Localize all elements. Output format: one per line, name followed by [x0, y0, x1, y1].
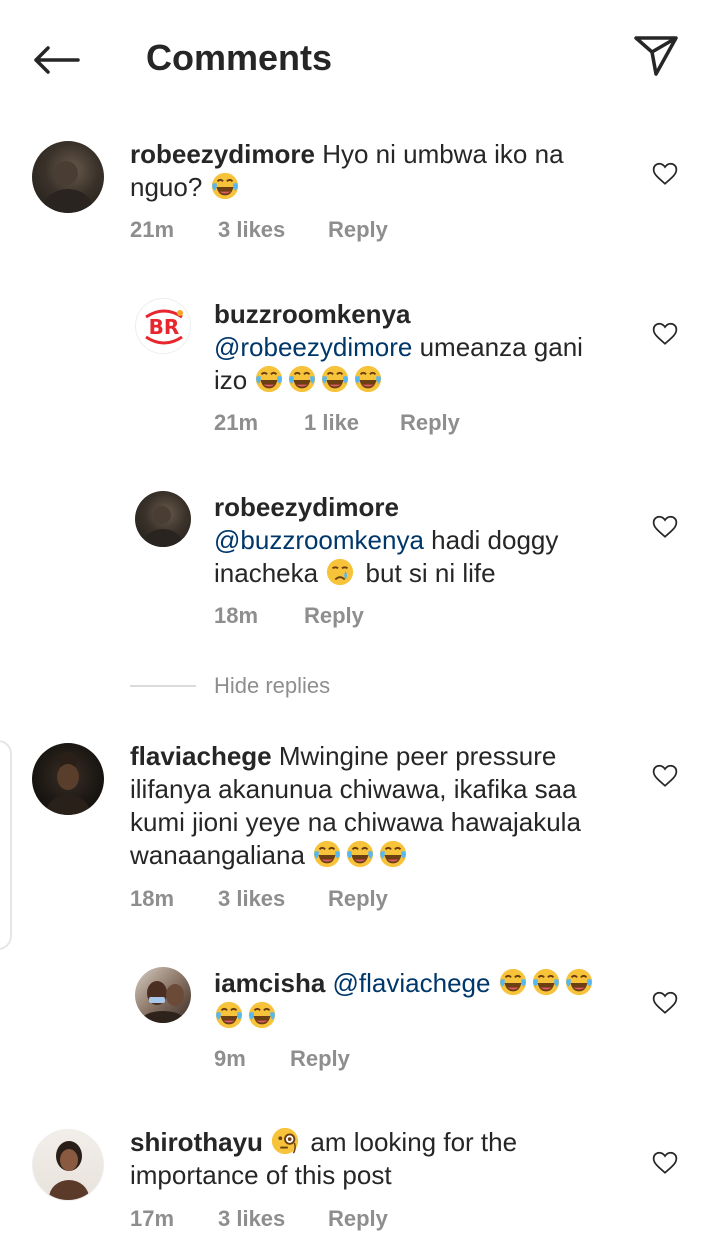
reply-button[interactable]: Reply: [304, 603, 364, 629]
laughing-emoji-icon: [214, 1000, 244, 1030]
mention-link[interactable]: @buzzroomkenya: [214, 525, 424, 555]
comment-body-line4: wanaangaliana: [130, 840, 305, 870]
heart-icon[interactable]: [652, 991, 678, 1015]
avatar[interactable]: BR: [135, 298, 191, 354]
reply-button[interactable]: Reply: [328, 886, 388, 912]
comment-body: umeanza gani: [412, 332, 583, 362]
reply-button[interactable]: Reply: [290, 1046, 350, 1072]
avatar[interactable]: [32, 1129, 104, 1201]
comment-text: shirothayu am looking for the importance…: [130, 1126, 630, 1192]
comment-time: 21m: [214, 410, 259, 435]
comment-username[interactable]: robeezydimore: [130, 139, 315, 169]
comment-body-line2: importance of this post: [130, 1160, 392, 1190]
comment-username[interactable]: shirothayu: [130, 1127, 263, 1157]
comment-body-line2-end: but si ni life: [365, 558, 496, 588]
laughing-emoji-icon: [254, 364, 284, 394]
likes-count[interactable]: 3 likes: [218, 886, 328, 912]
mention-link[interactable]: @flaviachege: [333, 968, 491, 998]
crying-emoji-icon: [325, 557, 355, 587]
likes-count[interactable]: 3 likes: [218, 1206, 328, 1232]
comment-meta: 18m 3 likes Reply: [130, 886, 388, 912]
laughing-emoji-icon: [564, 967, 594, 997]
heart-icon[interactable]: [652, 515, 678, 539]
comment-meta: 21m 1 like Reply: [214, 410, 460, 436]
likes-count[interactable]: 1 like: [304, 410, 400, 436]
laughing-emoji-icon: [320, 364, 350, 394]
comment-body: hadi doggy: [423, 525, 559, 555]
comment-body-line2: ilifanya akanunua chiwawa, ikafika saa: [130, 774, 577, 804]
page-title: Comments: [146, 37, 333, 78]
reply-button[interactable]: Reply: [328, 1206, 388, 1232]
comment-username[interactable]: iamcisha: [214, 968, 325, 998]
reply-button[interactable]: Reply: [328, 217, 388, 243]
comment-meta: 9m Reply: [214, 1046, 350, 1072]
avatar[interactable]: [135, 967, 191, 1023]
likes-count[interactable]: 3 likes: [218, 217, 328, 243]
comment-body: Mwingine peer pressure: [278, 741, 557, 771]
brand-logo-text: BR: [149, 315, 180, 339]
reply-text: robeezydimore @buzzroomkenya hadi doggy …: [214, 491, 634, 590]
edge-overlay: [0, 740, 12, 950]
mention-link[interactable]: @robeezydimore: [214, 332, 412, 362]
hide-replies-label: Hide replies: [214, 673, 331, 698]
laughing-emoji-icon: [247, 1000, 277, 1030]
hide-replies-toggle[interactable]: Hide replies: [130, 670, 330, 702]
laughing-emoji-icon: [312, 839, 342, 869]
avatar[interactable]: [32, 743, 104, 815]
heart-icon[interactable]: [652, 764, 678, 788]
comment-time: 17m: [130, 1206, 175, 1231]
monocle-face-emoji-icon: [270, 1126, 300, 1156]
avatar[interactable]: [135, 491, 191, 547]
avatar[interactable]: [32, 141, 104, 213]
laughing-emoji-icon: [531, 967, 561, 997]
comment-time: 18m: [130, 886, 175, 911]
comment-text: robeezydimore Hyo ni umbwa iko na nguo?: [130, 138, 630, 204]
comment-time: 18m: [214, 603, 259, 628]
comment-time: 21m: [130, 217, 175, 242]
share-button[interactable]: [628, 30, 684, 82]
laughing-emoji-icon: [498, 967, 528, 997]
comment-body-line2: nguo?: [130, 172, 203, 202]
reply-button[interactable]: Reply: [400, 410, 460, 436]
comment-body: Hyo ni umbwa iko na: [322, 139, 564, 169]
comment-body-line2: izo: [214, 365, 248, 395]
comment-time: 9m: [214, 1046, 246, 1071]
laughing-emoji-icon: [210, 171, 240, 201]
heart-icon[interactable]: [652, 322, 678, 346]
reply-text: buzzroomkenya @robeezydimore umeanza gan…: [214, 298, 634, 397]
comment-username[interactable]: buzzroomkenya: [214, 299, 411, 329]
laughing-emoji-icon: [345, 839, 375, 869]
back-button[interactable]: [28, 36, 84, 84]
comment-meta: 18m Reply: [214, 603, 364, 629]
comment-meta: 17m 3 likes Reply: [130, 1206, 388, 1232]
reply-text: iamcisha @flaviachege: [214, 967, 634, 1033]
comment-username[interactable]: robeezydimore: [214, 492, 399, 522]
arrow-left-icon: [34, 46, 80, 74]
comment-meta: 21m 3 likes Reply: [130, 217, 388, 243]
comment-body-line3: kumi jioni yeye na chiwawa hawajakula: [130, 807, 581, 837]
laughing-emoji-icon: [353, 364, 383, 394]
comments-header: Comments: [0, 0, 720, 112]
laughing-emoji-icon: [378, 839, 408, 869]
laughing-emoji-icon: [287, 364, 317, 394]
heart-icon[interactable]: [652, 162, 678, 186]
comment-body-line2: inacheka: [214, 558, 319, 588]
paper-plane-icon: [634, 36, 678, 76]
heart-icon[interactable]: [652, 1151, 678, 1175]
comment-text: flaviachege Mwingine peer pressure ilifa…: [130, 740, 630, 872]
comment-body: am looking for the: [310, 1127, 518, 1157]
divider-line: [130, 685, 196, 687]
comment-username[interactable]: flaviachege: [130, 741, 272, 771]
